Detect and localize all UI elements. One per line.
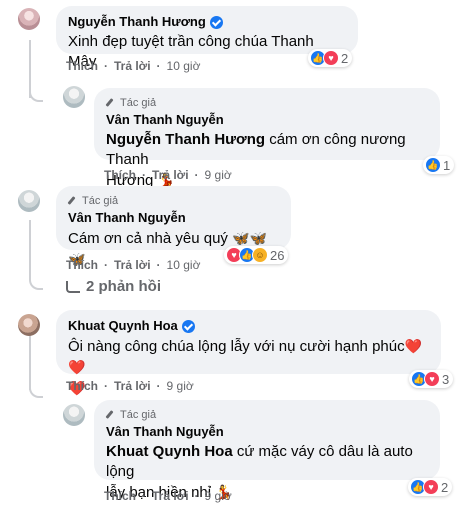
timestamp[interactable]: 9 giờ: [205, 168, 232, 182]
reaction-count: 1: [443, 157, 451, 173]
author-pen-icon: [106, 410, 116, 420]
reaction-summary[interactable]: 👍 ♥ 3: [409, 370, 454, 388]
reaction-count: 26: [270, 247, 285, 263]
avatar[interactable]: [63, 404, 85, 426]
author-tag: Tác giả: [82, 195, 119, 207]
reaction-count: 3: [442, 371, 450, 387]
avatar[interactable]: [18, 8, 40, 30]
commenter-name[interactable]: Vân Thanh Nguyễn: [68, 210, 279, 226]
reaction-summary[interactable]: ♥ 👍 ☺ 26: [224, 246, 289, 264]
thread-curve: [29, 84, 43, 102]
reply-button[interactable]: Trả lời: [114, 258, 151, 272]
mention-link[interactable]: Nguyễn Thanh Hương: [106, 131, 265, 148]
reaction-count: 2: [341, 50, 349, 66]
care-reaction-icon: ☺: [252, 247, 268, 263]
comment-actions: Thích · Trả lời · 9 giờ: [66, 379, 194, 393]
commenter-name[interactable]: Vân Thanh Nguyễn: [106, 424, 428, 440]
author-tag: Tác giả: [120, 97, 157, 109]
comment-bubble: Khuat Quynh Hoa Ôi nàng công chúa lộng l…: [56, 310, 441, 396]
reaction-summary[interactable]: 👍 ♥ 2: [408, 478, 453, 496]
comment-bubble: Tác giả Vân Thanh Nguyễn Khuat Quynh Hoa…: [94, 400, 440, 501]
author-pen-icon: [68, 196, 78, 206]
avatar[interactable]: [18, 190, 40, 212]
avatar[interactable]: [18, 314, 40, 336]
comment-actions: Thích · Trả lời · 10 giờ: [66, 59, 201, 73]
thread-curve: [29, 272, 43, 290]
like-button[interactable]: Thích: [104, 489, 136, 503]
like-button[interactable]: Thích: [66, 59, 98, 73]
comment-bubble: Tác giả Vân Thanh Nguyễn Cám ơn cả nhà y…: [56, 186, 291, 267]
comment-actions: Thích · Trả lời · 9 giờ: [104, 168, 232, 182]
reply-button[interactable]: Trả lời: [114, 379, 151, 393]
reply-button[interactable]: Trả lời: [152, 489, 189, 503]
reply-arrow-icon: [66, 280, 80, 293]
like-button[interactable]: Thích: [104, 168, 136, 182]
thread-curve: [29, 380, 43, 398]
love-reaction-icon: ♥: [323, 50, 339, 66]
comment-bubble: Tác giả Vân Thanh Nguyễn Nguyễn Thanh Hư…: [94, 88, 440, 189]
avatar[interactable]: [63, 86, 85, 108]
thread-line: [29, 220, 31, 278]
timestamp[interactable]: 9 giờ: [167, 379, 194, 393]
commenter-name[interactable]: Vân Thanh Nguyễn: [106, 112, 428, 128]
author-pen-icon: [106, 98, 116, 108]
comment-text: Ôi nàng công chúa lộng lẫy với nụ cười h…: [68, 338, 405, 355]
reaction-summary[interactable]: 👍 ♥ 2: [308, 49, 353, 67]
comment-text: Cám ơn cả nhà yêu quý: [68, 230, 228, 247]
comment-bubble: Nguyễn Thanh Hương Xinh đẹp tuyệt trần c…: [56, 6, 358, 70]
reply-button[interactable]: Trả lời: [152, 168, 189, 182]
comment-actions: Thích · Trả lời · 10 giờ: [66, 258, 201, 272]
commenter-name[interactable]: Khuat Quynh Hoa: [68, 318, 178, 334]
timestamp[interactable]: 9 giờ: [205, 489, 232, 503]
verified-badge-icon: [209, 15, 223, 29]
mention-link[interactable]: Khuat Quynh Hoa: [106, 443, 233, 460]
reaction-count: 2: [441, 479, 449, 495]
like-reaction-icon: 👍: [425, 157, 441, 173]
reaction-summary[interactable]: 👍 1: [423, 156, 455, 174]
verified-badge-icon: [181, 319, 195, 333]
reply-button[interactable]: Trả lời: [114, 59, 151, 73]
timestamp[interactable]: 10 giờ: [167, 258, 201, 272]
commenter-name[interactable]: Nguyễn Thanh Hương: [68, 14, 206, 30]
author-tag: Tác giả: [120, 409, 157, 421]
like-button[interactable]: Thích: [66, 379, 98, 393]
love-reaction-icon: ♥: [423, 479, 439, 495]
comment-actions: Thích · Trả lời · 9 giờ: [104, 489, 232, 503]
love-reaction-icon: ♥: [424, 371, 440, 387]
view-replies-link[interactable]: 2 phản hồi: [66, 278, 161, 295]
like-button[interactable]: Thích: [66, 258, 98, 272]
timestamp[interactable]: 10 giờ: [167, 59, 201, 73]
